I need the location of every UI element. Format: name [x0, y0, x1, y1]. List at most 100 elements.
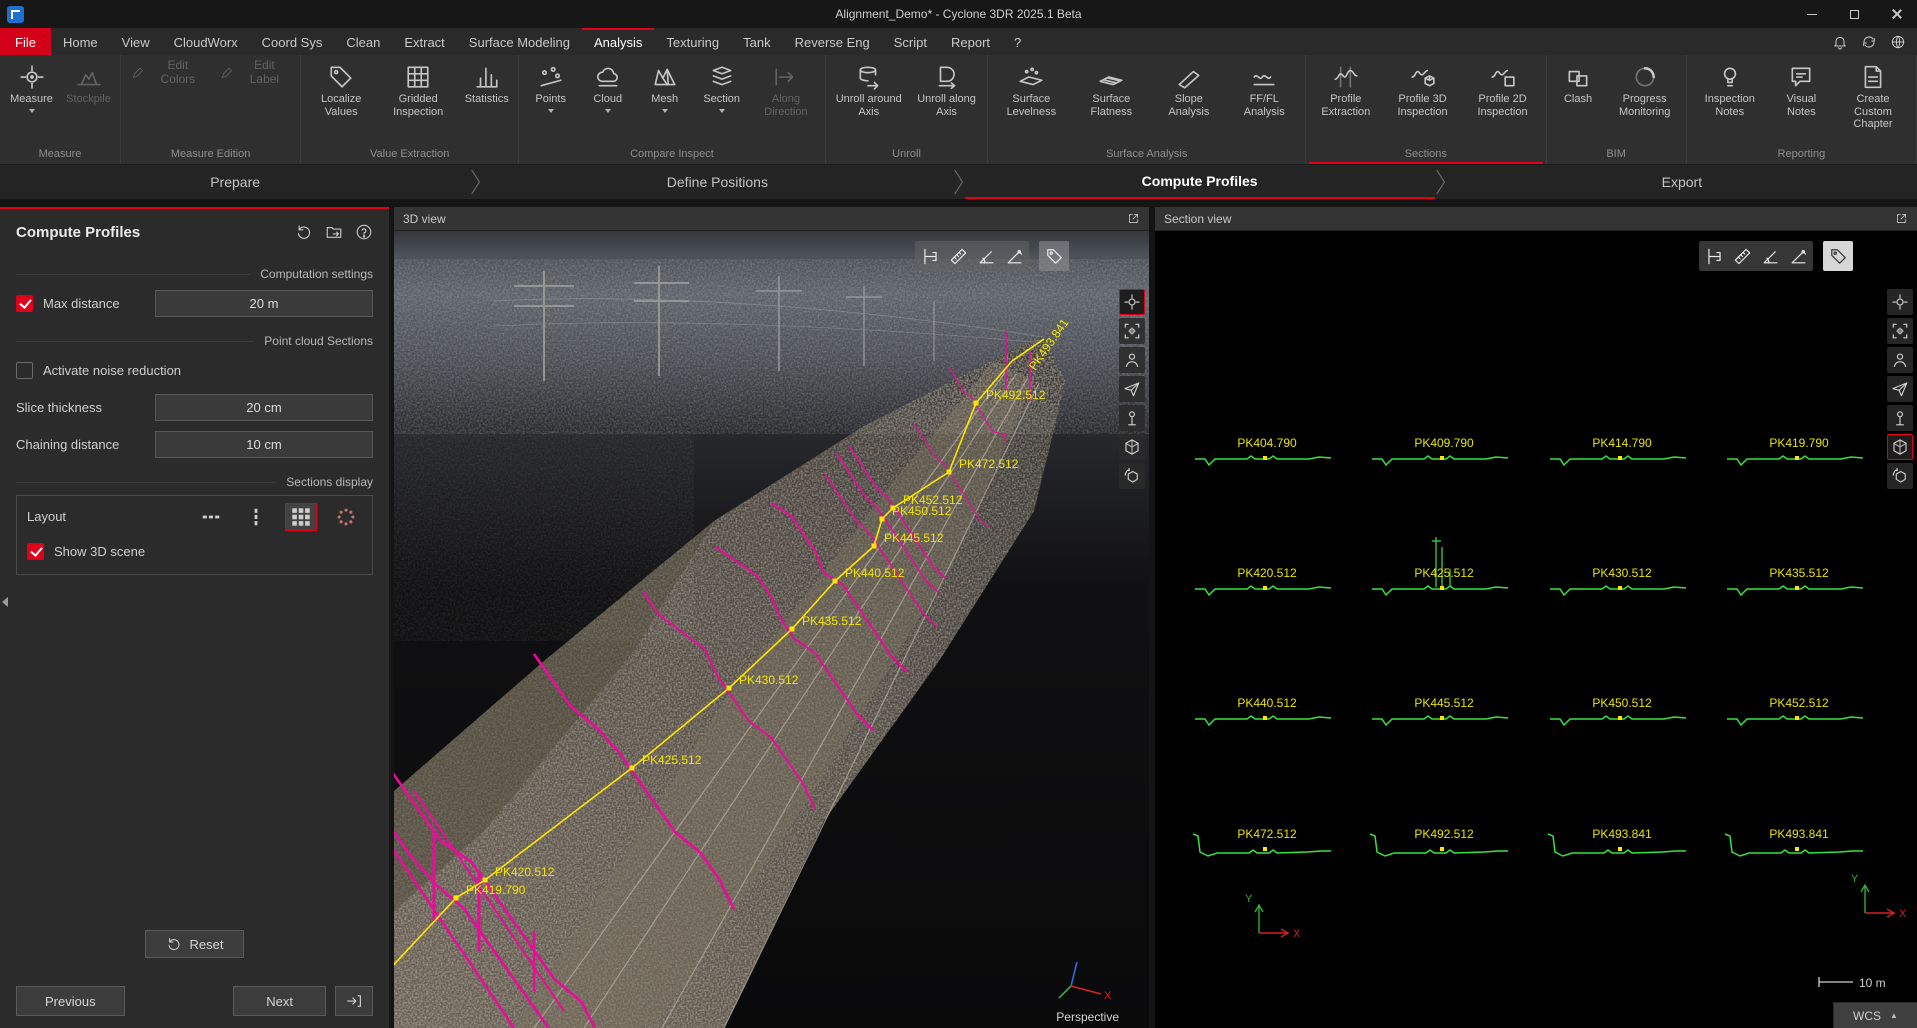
show-3d-scene-checkbox[interactable]	[27, 543, 44, 560]
online-button[interactable]	[1884, 29, 1911, 54]
menu-tank[interactable]: Tank	[731, 28, 782, 55]
slice-thickness-input[interactable]	[155, 394, 373, 421]
workflow-step-compute-profiles[interactable]: Compute Profiles	[965, 165, 1435, 199]
workflow-step-export[interactable]: Export	[1447, 165, 1917, 199]
menu-texturing[interactable]: Texturing	[654, 28, 731, 55]
cloud-button[interactable]: Cloud	[579, 57, 636, 115]
menu-cloudworx[interactable]: CloudWorx	[162, 28, 250, 55]
max-distance-checkbox[interactable]	[16, 295, 33, 312]
profile-center-marker	[1263, 847, 1267, 851]
menu-view[interactable]: View	[110, 28, 162, 55]
reset-settings-button[interactable]	[295, 223, 313, 241]
localize-values-button[interactable]: Localize Values	[304, 57, 378, 120]
progress-monitoring-button[interactable]: Progress Monitoring	[1607, 57, 1683, 120]
view3d-canvas[interactable]: PK419.790PK420.512PK425.512PK430.512PK43…	[394, 231, 1149, 1028]
menu-help[interactable]: ?	[1002, 28, 1033, 55]
surface-levelness-button[interactable]: Surface Levelness	[991, 57, 1071, 120]
export-settings-button[interactable]	[325, 223, 343, 241]
orbit-nav-button[interactable]	[1887, 289, 1913, 315]
first-person-nav-button[interactable]	[1119, 347, 1145, 373]
menu-file[interactable]: File	[0, 28, 51, 55]
stockpile-button[interactable]: Stockpile	[60, 57, 117, 108]
angle-tool-button[interactable]	[973, 243, 999, 269]
menu-analysis[interactable]: Analysis	[582, 28, 654, 55]
minimize-button[interactable]	[1791, 0, 1833, 28]
unroll-around-axis-button[interactable]: Unroll around Axis	[829, 57, 909, 120]
slope-analysis-button[interactable]: Slope Analysis	[1151, 57, 1226, 120]
reset-button[interactable]: Reset	[145, 930, 245, 958]
chaining-distance-input[interactable]	[155, 431, 373, 458]
noise-reduction-checkbox[interactable]	[16, 362, 33, 379]
close-button[interactable]	[1875, 0, 1917, 28]
tag-tool-button[interactable]	[1825, 243, 1851, 269]
section-view-canvas[interactable]: PK404.790PK409.790PK414.790PK419.790PK42…	[1155, 231, 1917, 1028]
maximize-button[interactable]	[1833, 0, 1875, 28]
statistics-button[interactable]: Statistics	[458, 57, 515, 108]
workflow-step-prepare[interactable]: Prepare	[0, 165, 470, 199]
menu-coord-sys[interactable]: Coord Sys	[250, 28, 335, 55]
ff-fl-analysis-button[interactable]: FF/FL Analysis	[1226, 57, 1302, 120]
surface-flatness-button[interactable]: Surface Flatness	[1071, 57, 1151, 120]
projection-label[interactable]: Perspective	[1056, 1010, 1119, 1024]
layout-circular-button[interactable]	[330, 503, 362, 531]
orbit-nav-button[interactable]	[1119, 289, 1145, 315]
fit-view-nav-button[interactable]	[1119, 318, 1145, 344]
layout-vertical-button[interactable]	[240, 503, 272, 531]
rotate-view-nav-button[interactable]	[1119, 463, 1145, 489]
visual-notes-button[interactable]: Visual Notes	[1770, 57, 1833, 120]
layout-grid-button[interactable]	[285, 503, 317, 531]
sync-button[interactable]	[1855, 29, 1882, 54]
previous-button[interactable]: Previous	[16, 986, 125, 1016]
menu-script[interactable]: Script	[882, 28, 939, 55]
fit-view-nav-button[interactable]	[1887, 318, 1913, 344]
points-button[interactable]: Points	[522, 57, 579, 115]
mesh-button[interactable]: Mesh	[636, 57, 693, 115]
help-button[interactable]	[355, 223, 373, 241]
ruler-tool-button[interactable]	[945, 243, 971, 269]
along-direction-button[interactable]: Along Direction	[750, 57, 822, 120]
max-distance-input[interactable]	[155, 290, 373, 317]
first-person-nav-button[interactable]	[1887, 347, 1913, 373]
tag-tool-button[interactable]	[1041, 243, 1067, 269]
workflow-step-define-positions[interactable]: Define Positions	[482, 165, 952, 199]
fly-nav-button[interactable]	[1887, 376, 1913, 402]
menu-home[interactable]: Home	[51, 28, 110, 55]
section-button[interactable]: Section	[693, 57, 750, 115]
popout-view-button[interactable]	[1895, 212, 1908, 225]
next-button[interactable]: Next	[233, 986, 326, 1016]
ruler-tool-button[interactable]	[1729, 243, 1755, 269]
gridded-inspection-button[interactable]: Gridded Inspection	[378, 57, 458, 120]
inspect-ruler-tool-button[interactable]	[917, 243, 943, 269]
profile-2d-inspection-button[interactable]: Profile 2D Inspection	[1463, 57, 1543, 120]
cube-views-nav-button[interactable]	[1887, 434, 1913, 460]
notifications-button[interactable]	[1826, 29, 1853, 54]
rotate-view-nav-button[interactable]	[1887, 463, 1913, 489]
angle-arc-tool-button[interactable]	[1001, 243, 1027, 269]
popout-view-button[interactable]	[1127, 212, 1140, 225]
menu-reverse-eng[interactable]: Reverse Eng	[783, 28, 882, 55]
menu-extract[interactable]: Extract	[392, 28, 456, 55]
unroll-along-axis-button[interactable]: Unroll along Axis	[909, 57, 985, 120]
create-custom-chapter-button[interactable]: Create Custom Chapter	[1833, 57, 1913, 133]
profile-extraction-button[interactable]: Profile Extraction	[1309, 57, 1382, 120]
fly-nav-button[interactable]	[1119, 376, 1145, 402]
menu-clean[interactable]: Clean	[334, 28, 392, 55]
clash-button[interactable]: Clash	[1550, 57, 1607, 108]
edit-label-button[interactable]: Edit Label	[213, 61, 297, 85]
cube-views-nav-button[interactable]	[1119, 434, 1145, 460]
menu-report[interactable]: Report	[939, 28, 1002, 55]
anchor-nav-button[interactable]	[1119, 405, 1145, 431]
angle-arc-tool-button[interactable]	[1785, 243, 1811, 269]
anchor-nav-button[interactable]	[1887, 405, 1913, 431]
menu-surface-modeling[interactable]: Surface Modeling	[457, 28, 582, 55]
wcs-selector[interactable]: WCS▲	[1833, 1002, 1917, 1028]
profile-3d-inspection-button[interactable]: Profile 3D Inspection	[1383, 57, 1463, 120]
inspection-notes-button[interactable]: Inspection Notes	[1690, 57, 1770, 120]
angle-tool-button[interactable]	[1757, 243, 1783, 269]
measure-button[interactable]: Measure	[3, 57, 60, 115]
skip-step-button[interactable]	[335, 986, 373, 1016]
inspect-ruler-tool-button[interactable]	[1701, 243, 1727, 269]
layout-horizontal-button[interactable]	[195, 503, 227, 531]
edit-colors-button[interactable]: Edit Colors	[124, 61, 213, 85]
panel-collapse-handle[interactable]	[0, 591, 10, 613]
